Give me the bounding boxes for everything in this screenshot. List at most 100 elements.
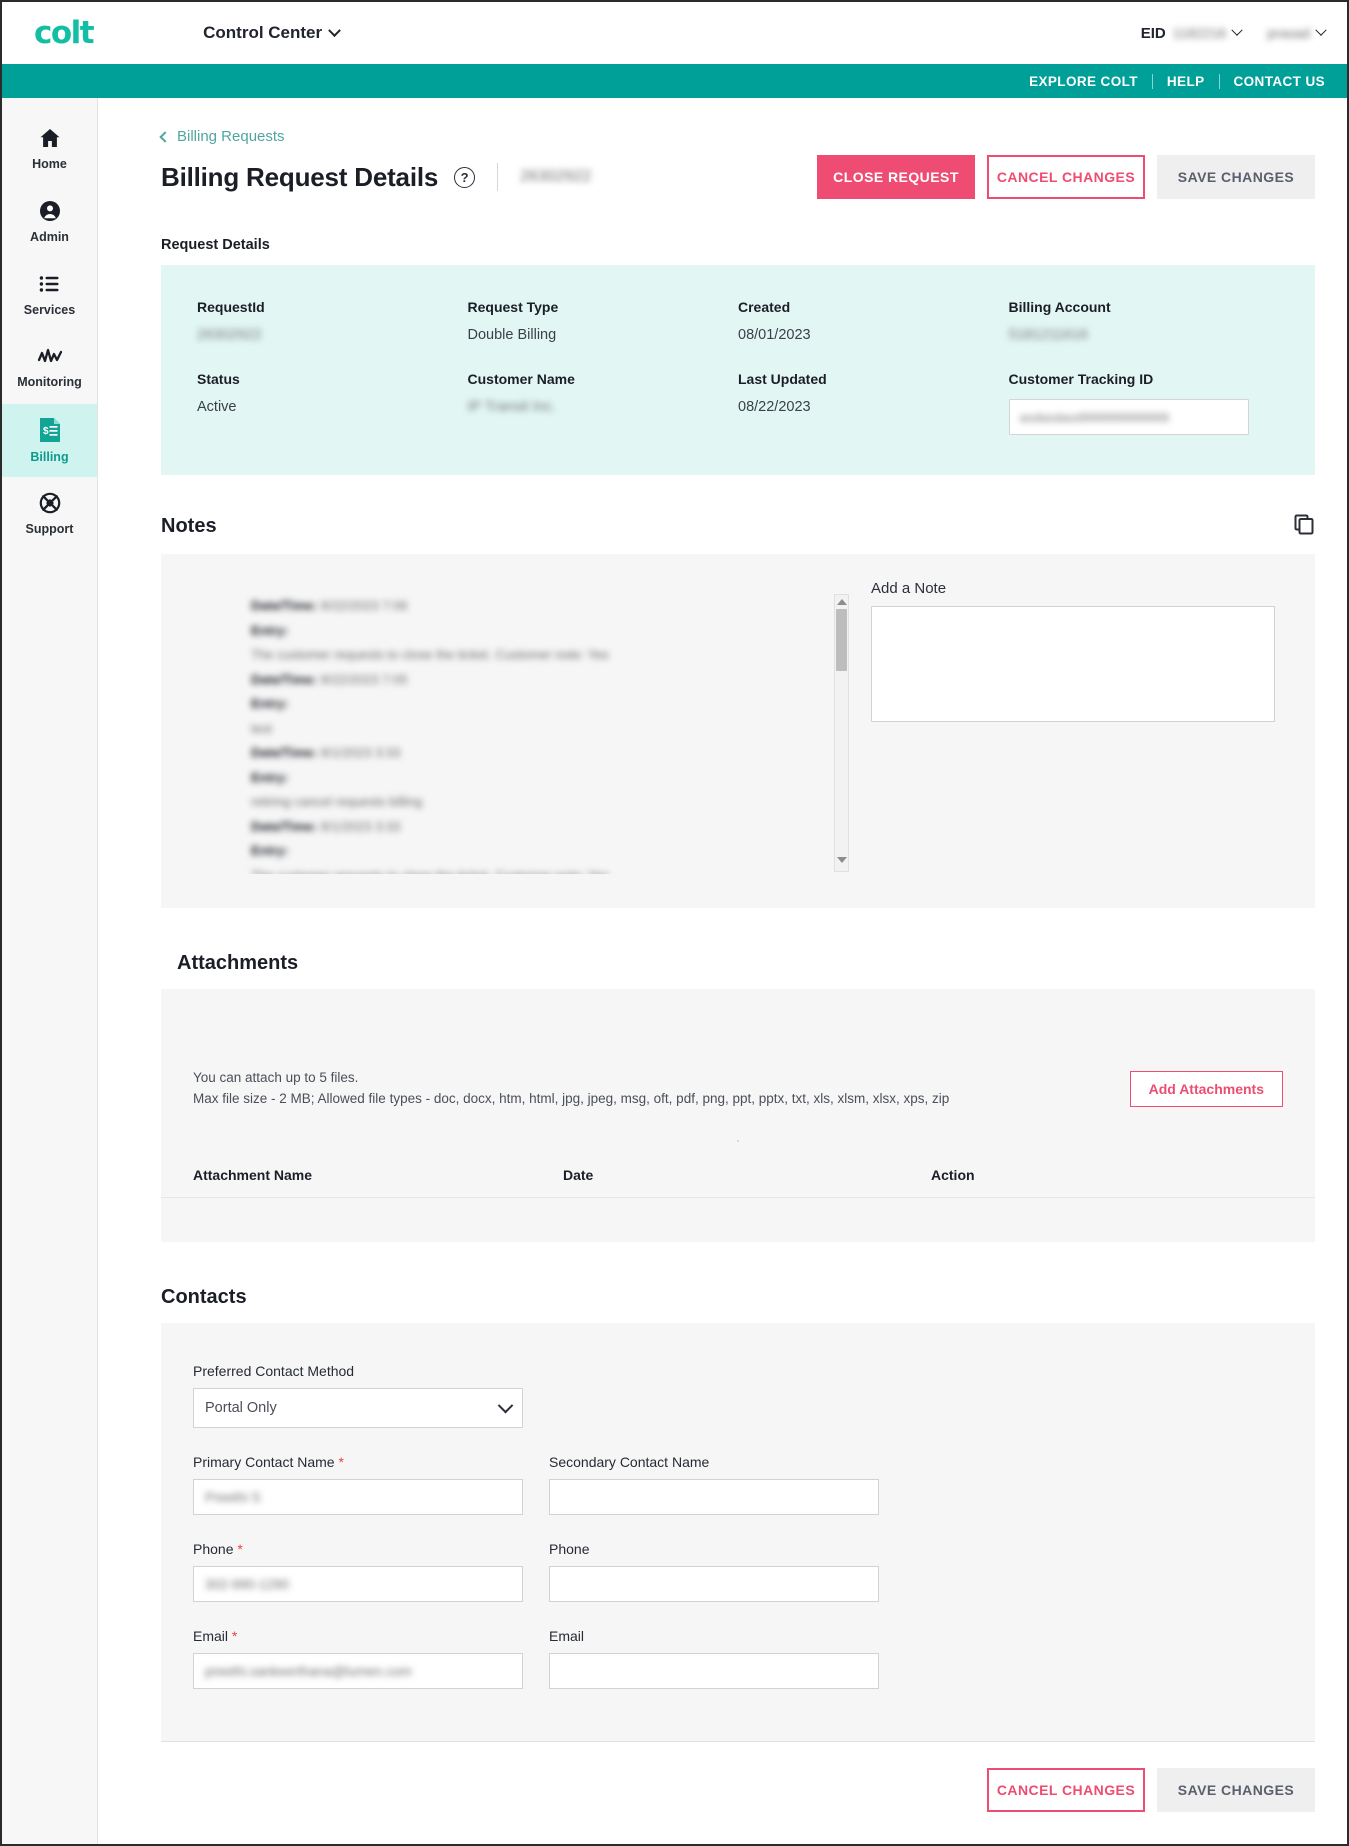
column-action: Action — [931, 1167, 975, 1183]
sidebar-item-support[interactable]: Support — [2, 477, 97, 550]
chevron-down-icon — [497, 1397, 514, 1413]
required-marker: * — [231, 1628, 238, 1644]
list-icon — [39, 276, 58, 292]
request-reference: 26302922 — [520, 168, 592, 185]
sidebar-item-billing[interactable]: $ Billing — [2, 404, 97, 477]
primary-email-input[interactable]: preethi.sankeerthana@lumen.com — [193, 1653, 523, 1689]
column-attachment-name: Attachment Name — [193, 1167, 313, 1183]
note-body: The customer requests to close the ticke… — [251, 647, 609, 662]
page-title: Billing Request Details — [161, 161, 439, 192]
nav-explore-colt[interactable]: EXPLORE COLT — [1015, 73, 1153, 89]
eid-selector[interactable]: EID 1182216 — [1140, 24, 1243, 42]
primary-phone-value: 302-990-1290 — [205, 1576, 290, 1592]
nav-help[interactable]: HELP — [1153, 73, 1220, 89]
save-changes-button[interactable]: SAVE CHANGES — [1157, 155, 1315, 199]
notes-list: Date/Time: 8/22/2023 7:06 Entry: The cus… — [201, 580, 834, 874]
add-note-group: Add a Note — [871, 580, 1275, 874]
page-title-row: Billing Request Details ? 26302922 CLOSE… — [161, 155, 1315, 199]
eid-label: EID — [1140, 24, 1166, 42]
chevron-down-icon — [1315, 24, 1327, 36]
help-icon[interactable]: ? — [454, 166, 476, 188]
preferred-contact-method-select[interactable]: Portal Only — [193, 1388, 523, 1428]
eid-value: 1182216 — [1172, 25, 1227, 41]
primary-contact-name-input[interactable]: Preethi S — [193, 1479, 523, 1515]
field-request-type: Request Type Double Billing — [468, 299, 739, 343]
field-last-updated: Last Updated 08/22/2023 — [738, 371, 1009, 435]
app-switcher[interactable]: Control Center — [203, 23, 341, 43]
sidebar-label-admin: Admin — [30, 230, 69, 244]
utility-nav: EXPLORE COLT HELP CONTACT US — [2, 64, 1347, 98]
colt-logo[interactable]: colt — [34, 17, 95, 49]
primary-email-text: Email — [193, 1628, 229, 1644]
preferred-contact-method-group: Preferred Contact Method Portal Only — [193, 1363, 523, 1428]
value-request-id: 26302922 — [197, 327, 262, 343]
secondary-contact-name-input[interactable] — [549, 1479, 879, 1515]
chevron-down-icon — [328, 23, 341, 37]
copy-icon[interactable] — [1293, 513, 1315, 540]
sidebar: Home Admin Services Monitoring $ Billing… — [2, 98, 98, 1844]
note-entry: Date/Time: 8/1/2023 3:33 — [251, 741, 834, 766]
label-request-id: RequestId — [197, 299, 265, 315]
add-note-input[interactable] — [871, 606, 1275, 722]
nav-contact-us[interactable]: CONTACT US — [1220, 74, 1326, 89]
primary-phone-input[interactable]: 302-990-1290 — [193, 1566, 523, 1602]
scroll-down-icon[interactable] — [836, 857, 847, 863]
add-note-label: Add a Note — [871, 580, 947, 597]
contacts-title: Contacts — [161, 1286, 247, 1308]
attachments-spacer: · — [736, 1135, 740, 1147]
sidebar-item-services[interactable]: Services — [2, 258, 97, 331]
secondary-email-group: Email — [549, 1628, 879, 1689]
scroll-up-icon[interactable] — [836, 599, 847, 605]
secondary-email-input[interactable] — [549, 1653, 879, 1689]
field-customer-name: Customer Name IP Transit Inc. — [468, 371, 739, 435]
note-entry: Date/Time: 8/1/2023 3:33 — [251, 815, 834, 840]
sidebar-item-home[interactable]: Home — [2, 112, 97, 185]
chevron-left-icon — [159, 130, 171, 143]
required-marker: * — [338, 1454, 344, 1470]
attachments-title: Attachments — [177, 952, 299, 974]
note-datetime: 8/1/2023 3:33 — [320, 745, 401, 760]
app-name-label: Control Center — [203, 23, 323, 42]
note-datetime-label: Date/Time: — [251, 598, 318, 613]
attachments-table-body — [161, 1198, 1315, 1242]
notes-scrollbar[interactable] — [834, 594, 849, 872]
sidebar-item-admin[interactable]: Admin — [2, 185, 97, 258]
add-attachments-button[interactable]: Add Attachments — [1129, 1071, 1283, 1107]
preferred-contact-method-value: Portal Only — [205, 1400, 277, 1416]
secondary-phone-input[interactable] — [549, 1566, 879, 1602]
label-customer-tracking-id: Customer Tracking ID — [1008, 371, 1154, 387]
primary-phone-text: Phone — [193, 1541, 234, 1557]
breadcrumb[interactable]: Billing Requests — [159, 128, 1315, 145]
field-request-id: RequestId 26302922 — [197, 299, 468, 343]
primary-phone-group: Phone * 302-990-1290 — [193, 1541, 523, 1602]
cancel-changes-button[interactable]: CANCEL CHANGES — [987, 155, 1145, 199]
note-datetime-label: Date/Time: — [251, 671, 318, 687]
value-last-updated: 08/22/2023 — [738, 399, 811, 415]
activity-icon — [37, 348, 62, 363]
attachments-table-header: Attachment Name Date Action — [161, 1147, 1315, 1198]
top-header: colt Control Center EID 1182216 prasad — [2, 2, 1347, 64]
customer-tracking-id-input[interactable]: asdasdasd999999999999 — [1008, 399, 1249, 435]
sidebar-label-monitoring: Monitoring — [17, 375, 82, 389]
note-entry-label: Entry: — [251, 622, 289, 638]
primary-contact-name-value: Preethi S — [205, 1489, 261, 1505]
scrollbar-thumb[interactable] — [836, 609, 847, 671]
request-details-panel: RequestId 26302922 Request Type Double B… — [161, 265, 1315, 475]
label-billing-account: Billing Account — [1008, 299, 1111, 315]
sidebar-item-monitoring[interactable]: Monitoring — [2, 331, 97, 404]
field-customer-tracking-id: Customer Tracking ID asdasdasd9999999999… — [1008, 371, 1280, 435]
sidebar-label-billing: Billing — [30, 450, 69, 464]
primary-contact-name-text: Primary Contact Name — [193, 1454, 335, 1470]
label-last-updated: Last Updated — [738, 371, 827, 387]
footer-save-changes-button[interactable]: SAVE CHANGES — [1157, 1768, 1315, 1812]
user-menu[interactable]: prasad — [1267, 24, 1327, 41]
close-request-button[interactable]: CLOSE REQUEST — [817, 155, 975, 199]
footer-cancel-changes-button[interactable]: CANCEL CHANGES — [987, 1768, 1145, 1812]
value-status: Active — [197, 399, 237, 415]
home-icon — [40, 129, 59, 147]
primary-phone-label: Phone * — [193, 1541, 523, 1557]
field-created: Created 08/01/2023 — [738, 299, 1009, 343]
request-details-label: Request Details — [161, 237, 270, 253]
note-datetime: 8/22/2023 7:05 — [320, 671, 408, 687]
column-date: Date — [563, 1167, 594, 1183]
